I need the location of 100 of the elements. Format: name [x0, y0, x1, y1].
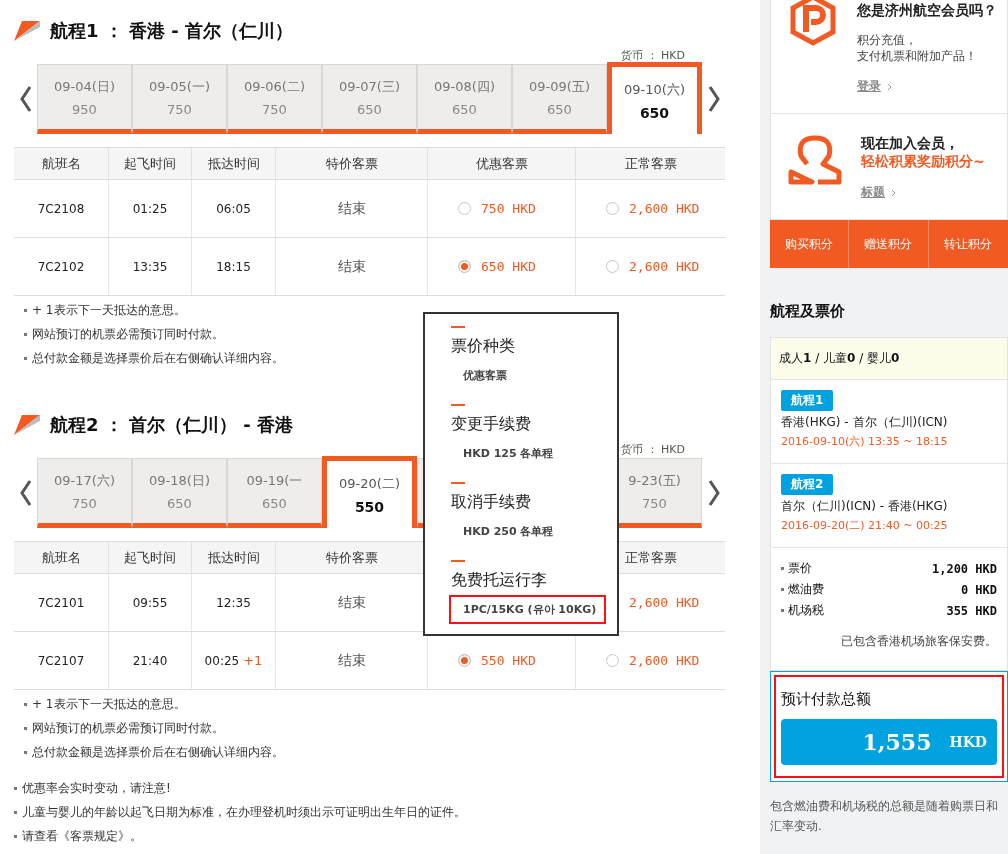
- fare-radio[interactable]: [458, 202, 471, 215]
- column-header: 特价客票: [325, 548, 378, 567]
- flight-number: 7C2101: [14, 574, 109, 631]
- date-tab[interactable]: 09-04(日) 950: [37, 64, 132, 134]
- date-price: 750: [72, 495, 97, 511]
- fare-radio[interactable]: [458, 654, 471, 667]
- fare-price[interactable]: 2,600 HKD: [629, 259, 700, 274]
- person-icon: [787, 134, 843, 186]
- popup-value: HKD 125 各单程: [462, 446, 555, 462]
- next-day-mark: +1: [243, 653, 263, 668]
- column-header: 优惠客票: [475, 154, 528, 173]
- column-header: 航班名: [41, 548, 81, 567]
- points-button[interactable]: 购买积分: [770, 220, 850, 268]
- charge-amount: 1,200 HKD: [931, 561, 997, 576]
- note-text: 儿童与婴儿的年龄以起飞日期为标准，在办理登机时须出示可证明出生年日的证件。: [22, 803, 466, 821]
- date-price: 650: [262, 495, 287, 511]
- chevron-right-icon: [707, 480, 720, 506]
- column-header: 抵达时间: [207, 154, 260, 173]
- login-link[interactable]: 登录: [857, 78, 997, 95]
- date-label: 09-09(五): [529, 77, 590, 96]
- popup-heading: 票价种类: [451, 336, 516, 357]
- note-text: + 1表示下一天抵达的意思。: [32, 301, 186, 319]
- note-text: 网站预订的机票必需预订同时付款。: [32, 325, 224, 343]
- date-label: 09-17(六): [54, 471, 115, 490]
- fare-price[interactable]: 750 HKD: [481, 201, 536, 216]
- note-text: 请查看《客票规定》。: [22, 827, 142, 845]
- departure-time: 01:25: [109, 180, 192, 237]
- date-label: 09-19(一: [246, 471, 303, 490]
- join-highlight: 轻松积累奖励积分~: [861, 152, 985, 170]
- date-price: 750: [167, 101, 192, 117]
- popup-heading: 取消手续费: [451, 492, 532, 513]
- arrival-time: 12:35: [216, 595, 251, 610]
- itinerary-title: 航程2 ： 首尔（仁川） - 香港: [50, 413, 294, 437]
- date-tab[interactable]: 09-05(一) 750: [132, 64, 227, 134]
- segment-route: 香港(HKG) - 首尔（仁川)(ICN): [781, 414, 948, 431]
- passenger-count: 成人1 / 儿童0 / 婴儿0: [771, 338, 1007, 380]
- fare-price[interactable]: 2,600 HKD: [629, 201, 700, 216]
- charge-label: 机场税: [788, 602, 824, 619]
- date-tab[interactable]: 09-08(四) 650: [417, 64, 512, 134]
- column-header: 航班名: [41, 154, 81, 173]
- popup-value: 优惠客票: [462, 368, 508, 384]
- date-tab[interactable]: 09-10(六) 650: [607, 62, 702, 134]
- date-tab[interactable]: 09-06(二) 750: [227, 64, 322, 134]
- total-footnote: 包含燃油费和机场税的总额是随着购票日和汇率变动.: [770, 798, 999, 835]
- charge-label: 燃油费: [788, 581, 824, 598]
- fare-price[interactable]: 2,600 HKD: [629, 653, 700, 668]
- fare-radio[interactable]: [606, 202, 619, 215]
- fare-price[interactable]: 650 HKD: [481, 259, 536, 274]
- chevron-right-icon: [707, 86, 720, 112]
- segment-time: 2016-09-10(六) 13:35 ~ 18:15: [781, 434, 948, 449]
- join-text: 现在加入会员，: [861, 134, 960, 152]
- date-label: 09-04(日): [54, 77, 115, 96]
- date-price: 950: [72, 101, 97, 117]
- date-price: 650: [547, 101, 572, 117]
- date-tab[interactable]: 09-17(六) 750: [37, 458, 132, 528]
- points-button[interactable]: 转让积分: [928, 220, 1008, 268]
- date-label: 09-06(二): [244, 77, 305, 96]
- points-button[interactable]: 赠送积分: [849, 220, 929, 268]
- fare-radio[interactable]: [606, 260, 619, 273]
- currency-label: 货币 ： HKD: [621, 49, 685, 62]
- chevron-left-icon: [19, 480, 32, 506]
- member-text: 积分充值，: [857, 32, 918, 48]
- date-tab[interactable]: 09-09(五) 650: [512, 64, 607, 134]
- date-price: 650: [357, 101, 382, 117]
- segment-badge: 航程2: [781, 474, 834, 495]
- date-price: 650: [639, 104, 670, 121]
- date-tab[interactable]: 09-19(一 650: [227, 458, 322, 528]
- date-tab[interactable]: 09-20(二) 550: [322, 456, 417, 528]
- date-price: 550: [354, 498, 385, 515]
- charges-note: 已包含香港机场旅客保安费。: [840, 633, 998, 650]
- total-currency: HKD: [949, 734, 987, 750]
- title-link[interactable]: 标题: [861, 184, 985, 201]
- column-header: 正常客票: [624, 548, 677, 567]
- popup-heading: 免费托运行李: [451, 570, 548, 591]
- fare-status: 结束: [337, 651, 366, 670]
- fare-radio[interactable]: [606, 654, 619, 667]
- flag-icon: [14, 415, 40, 435]
- date-price: 650: [167, 495, 192, 511]
- date-tab[interactable]: 09-18(日) 650: [132, 458, 227, 528]
- fare-price[interactable]: 2,600 HKD: [629, 595, 700, 610]
- arrival-time: 06:05: [216, 201, 251, 216]
- note-text: 总付款金额是选择票价后在右侧确认详细内容。: [32, 743, 284, 761]
- fare-radio[interactable]: [458, 260, 471, 273]
- flight-number: 7C2107: [14, 632, 109, 689]
- fare-status: 结束: [337, 257, 366, 276]
- arrival-time: 00:25: [204, 653, 240, 668]
- fare-price[interactable]: 550 HKD: [481, 653, 536, 668]
- departure-time: 13:35: [109, 238, 192, 295]
- column-header: 起飞时间: [124, 154, 176, 173]
- date-label: 09-08(四): [434, 77, 495, 96]
- chevron-right-icon: [891, 188, 896, 197]
- charge-label: 票价: [788, 560, 812, 577]
- note-text: 总付款金额是选择票价后在右侧确认详细内容。: [32, 349, 284, 367]
- chevron-right-icon: [887, 82, 892, 91]
- note-text: 网站预订的机票必需预订同时付款。: [32, 719, 224, 737]
- member-text: 支付机票和附加产品！: [857, 48, 978, 64]
- fare-status: 结束: [337, 199, 366, 218]
- date-tab[interactable]: 09-07(三) 650: [322, 64, 417, 134]
- flag-icon: [14, 21, 40, 41]
- segment-time: 2016-09-20(二) 21:40 ~ 00:25: [781, 518, 948, 533]
